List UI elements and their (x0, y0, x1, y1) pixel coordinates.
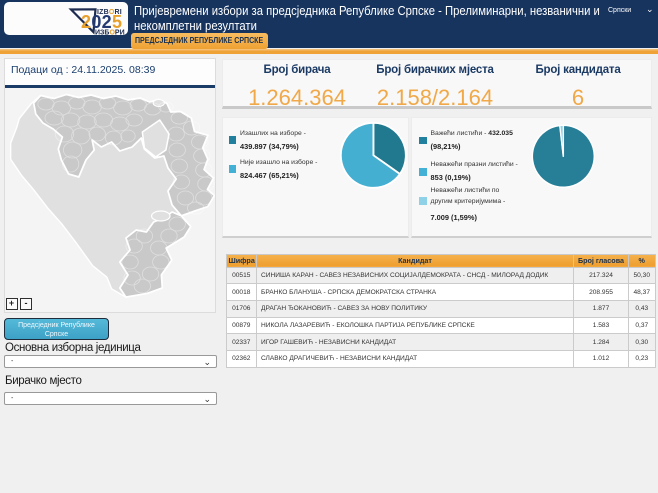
svg-text:ИЗБОРИ: ИЗБОРИ (95, 29, 125, 35)
